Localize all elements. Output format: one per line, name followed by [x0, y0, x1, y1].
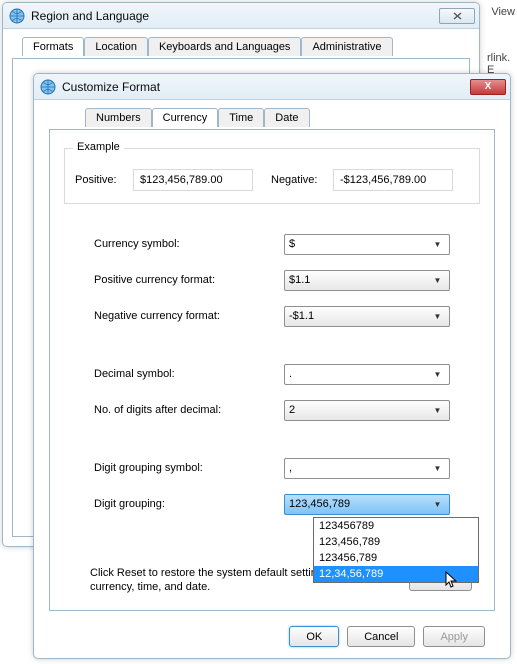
digit-grouping-label: Digit grouping: — [94, 498, 284, 510]
example-legend: Example — [73, 141, 124, 153]
chevron-down-icon: ▼ — [430, 367, 445, 382]
chevron-down-icon: ▼ — [430, 497, 445, 512]
custom-title: Customize Format — [62, 80, 470, 94]
digit-grouping-combo[interactable]: 123,456,789 ▼ — [284, 494, 450, 515]
dropdown-option[interactable]: 123456789 — [314, 518, 478, 534]
tab-time[interactable]: Time — [218, 108, 264, 127]
dropdown-option[interactable]: 123456,789 — [314, 550, 478, 566]
digits-after-decimal-value: 2 — [289, 404, 430, 416]
currency-symbol-value: $ — [289, 238, 430, 250]
digits-after-decimal-row: No. of digits after decimal: 2 ▼ — [94, 392, 484, 428]
globe-icon — [40, 79, 56, 95]
positive-label: Positive: — [75, 174, 127, 186]
cursor-icon — [445, 571, 459, 593]
digits-after-decimal-label: No. of digits after decimal: — [94, 404, 284, 416]
decimal-symbol-row: Decimal symbol: . ▼ — [94, 356, 484, 392]
grouping-symbol-combo[interactable]: , ▼ — [284, 458, 450, 479]
dialog-buttons: OK Cancel Apply — [289, 626, 485, 647]
custom-close-button[interactable]: X — [470, 79, 506, 95]
close-icon — [453, 12, 462, 20]
decimal-symbol-value: . — [289, 368, 430, 380]
currency-symbol-combo[interactable]: $ ▼ — [284, 234, 450, 255]
example-group: Example Positive: $123,456,789.00 Negati… — [64, 148, 480, 204]
negative-label: Negative: — [271, 174, 327, 186]
negative-value: -$123,456,789.00 — [333, 169, 453, 191]
tab-currency[interactable]: Currency — [152, 108, 219, 127]
negative-format-value: -$1.1 — [289, 310, 430, 322]
currency-symbol-label: Currency symbol: — [94, 238, 284, 250]
apply-button[interactable]: Apply — [423, 626, 485, 647]
globe-icon — [9, 8, 25, 24]
positive-format-value: $1.1 — [289, 274, 430, 286]
tab-numbers[interactable]: Numbers — [85, 108, 152, 127]
custom-titlebar[interactable]: Customize Format X — [34, 74, 510, 100]
positive-value: $123,456,789.00 — [133, 169, 253, 191]
ok-button[interactable]: OK — [289, 626, 339, 647]
digit-grouping-value: 123,456,789 — [289, 498, 430, 510]
dropdown-option[interactable]: 123,456,789 — [314, 534, 478, 550]
chevron-down-icon: ▼ — [430, 403, 445, 418]
tab-location[interactable]: Location — [84, 37, 148, 56]
region-title: Region and Language — [31, 9, 439, 23]
example-row: Positive: $123,456,789.00 Negative: -$12… — [75, 169, 469, 191]
grouping-symbol-label: Digit grouping symbol: — [94, 462, 284, 474]
tab-formats[interactable]: Formats — [22, 37, 84, 56]
custom-tabstrip: Numbers Currency Time Date — [35, 101, 509, 126]
region-close-button[interactable] — [439, 8, 475, 24]
negative-format-label: Negative currency format: — [94, 310, 284, 322]
chevron-down-icon: ▼ — [430, 273, 445, 288]
positive-format-combo[interactable]: $1.1 ▼ — [284, 270, 450, 291]
currency-form: Currency symbol: $ ▼ Positive currency f… — [94, 226, 484, 522]
tab-administrative[interactable]: Administrative — [301, 37, 392, 56]
chevron-down-icon: ▼ — [430, 309, 445, 324]
positive-format-row: Positive currency format: $1.1 ▼ — [94, 262, 484, 298]
decimal-symbol-label: Decimal symbol: — [94, 368, 284, 380]
currency-symbol-row: Currency symbol: $ ▼ — [94, 226, 484, 262]
positive-format-label: Positive currency format: — [94, 274, 284, 286]
chevron-down-icon: ▼ — [430, 461, 445, 476]
negative-format-row: Negative currency format: -$1.1 ▼ — [94, 298, 484, 334]
grouping-symbol-row: Digit grouping symbol: , ▼ — [94, 450, 484, 486]
tab-keyboards-languages[interactable]: Keyboards and Languages — [148, 37, 302, 56]
cancel-button[interactable]: Cancel — [347, 626, 415, 647]
region-tabstrip: Formats Location Keyboards and Languages… — [4, 30, 478, 55]
digits-after-decimal-combo[interactable]: 2 ▼ — [284, 400, 450, 421]
region-titlebar[interactable]: Region and Language — [3, 3, 479, 29]
custom-client: Numbers Currency Time Date Example Posit… — [35, 101, 509, 657]
background-fragment: View rlink. E — [487, 0, 517, 60]
customize-format-window: Customize Format X Numbers Currency Time… — [33, 73, 511, 659]
chevron-down-icon: ▼ — [430, 237, 445, 252]
grouping-symbol-value: , — [289, 462, 430, 474]
negative-format-combo[interactable]: -$1.1 ▼ — [284, 306, 450, 327]
tab-date[interactable]: Date — [264, 108, 309, 127]
bg-view-text: View — [491, 6, 515, 18]
decimal-symbol-combo[interactable]: . ▼ — [284, 364, 450, 385]
